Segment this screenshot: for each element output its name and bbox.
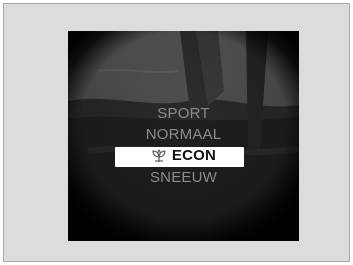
figure-frame: SPORT NORMAAL ECON SNEEUW [3, 3, 350, 262]
econ-leaf-icon [152, 149, 166, 162]
mode-option-label: SPORT [157, 105, 210, 122]
mode-option-label: SNEEUW [149, 169, 218, 186]
mode-option-normaal[interactable]: NORMAAL [68, 125, 299, 145]
mode-option-sneeuw[interactable]: SNEEUW [68, 168, 299, 188]
mode-option-sport[interactable]: SPORT [68, 104, 299, 124]
mode-option-label: ECON [171, 147, 217, 164]
mode-option-econ[interactable]: ECON [68, 146, 299, 169]
mode-option-label: NORMAAL [145, 126, 222, 143]
display-screen: SPORT NORMAAL ECON SNEEUW [68, 31, 299, 241]
